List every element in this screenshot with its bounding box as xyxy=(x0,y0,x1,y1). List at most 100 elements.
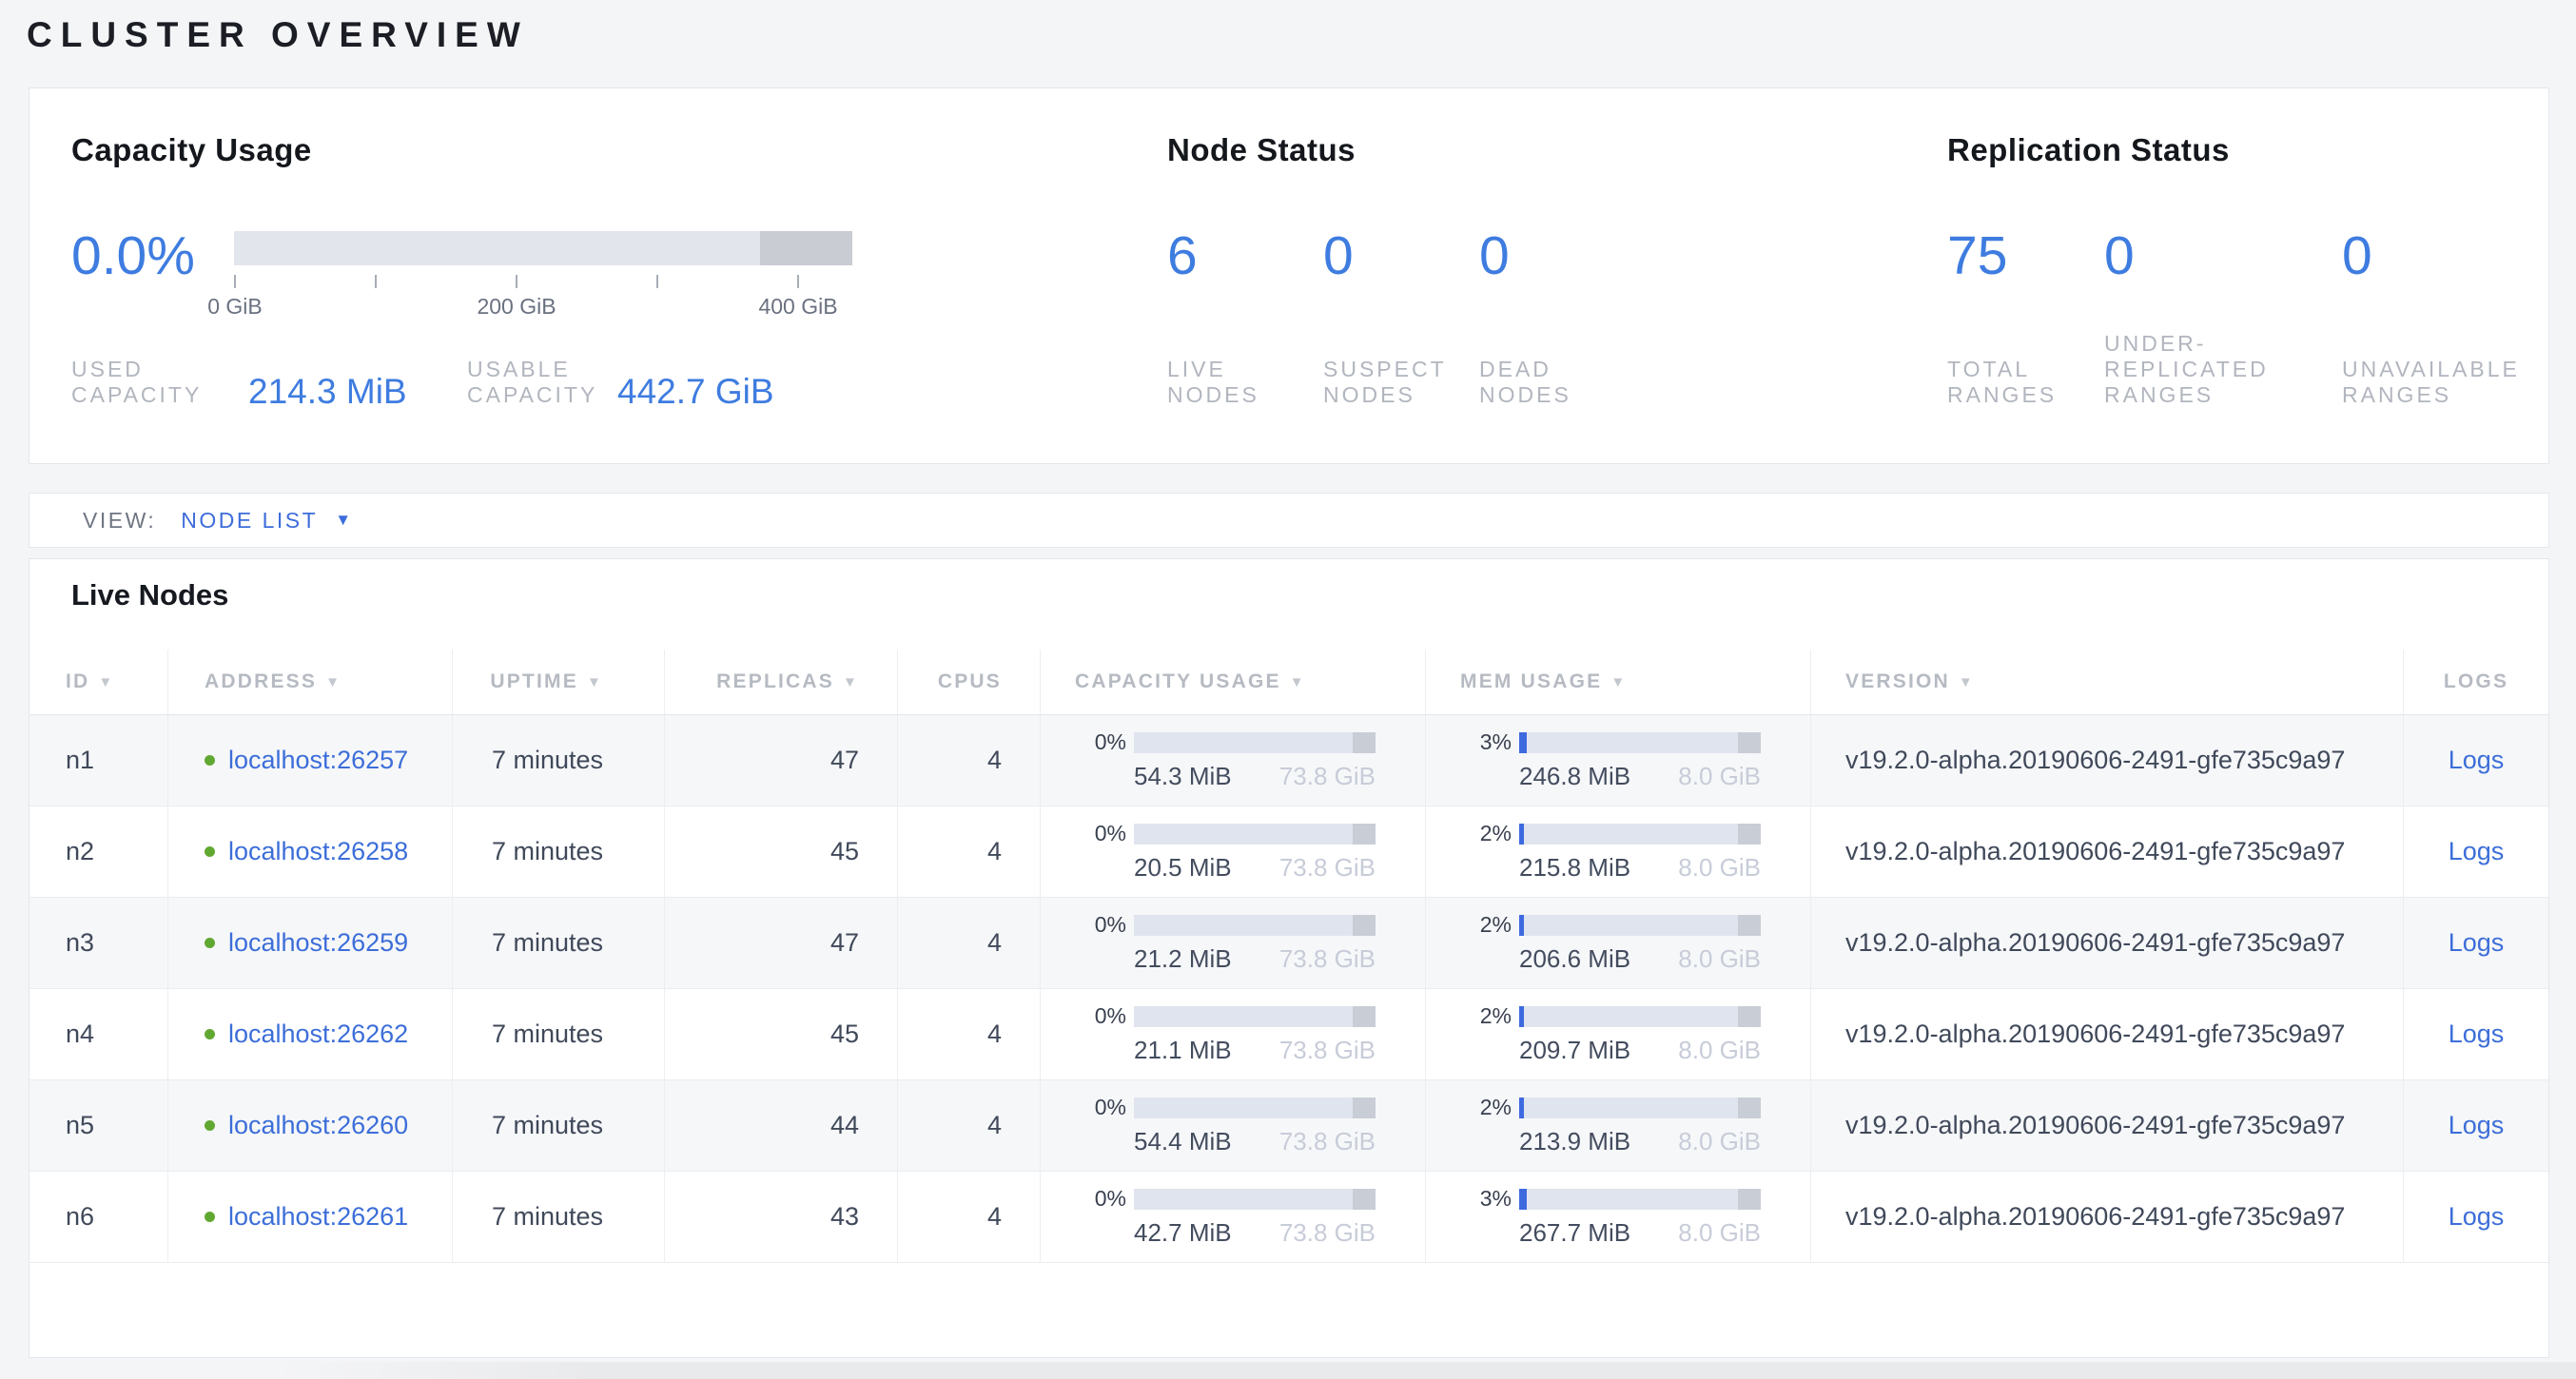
node-address-cell: localhost:26258 xyxy=(168,806,453,897)
sort-arrow-icon: ▼ xyxy=(325,674,342,690)
sort-arrow-icon: ▼ xyxy=(587,674,603,690)
node-cpus: 4 xyxy=(898,1080,1041,1171)
node-address-link[interactable]: localhost:26258 xyxy=(228,837,408,866)
column-header-address[interactable]: ADDRESS▼ xyxy=(168,650,453,714)
sort-arrow-icon: ▼ xyxy=(1959,674,1975,690)
node-id: n1 xyxy=(29,715,168,806)
page-bottom-shade xyxy=(276,1362,2576,1379)
table-row: n4 localhost:26262 7 minutes 45 4 0% 21.… xyxy=(29,989,2548,1080)
mem-usage-cell: 2% 206.6 MiB8.0 GiB xyxy=(1426,898,1811,988)
capacity-usage-cell: 0% 54.4 MiB73.8 GiB xyxy=(1041,1080,1426,1171)
column-header-capacity-usage[interactable]: CAPACITY USAGE▼ xyxy=(1041,650,1426,714)
under-replicated-count: 0 xyxy=(2104,229,2135,282)
column-header-mem-usage[interactable]: MEM USAGE▼ xyxy=(1426,650,1811,714)
node-address-link[interactable]: localhost:26257 xyxy=(228,746,408,775)
mem-meter xyxy=(1519,1006,1761,1027)
logs-link[interactable]: Logs xyxy=(2449,928,2505,958)
live-nodes-panel: Live Nodes ID▼ ADDRESS▼ UPTIME▼ REPLICAS… xyxy=(29,558,2549,1358)
node-replicas: 47 xyxy=(665,715,898,806)
mem-percent-label: 2% xyxy=(1451,1095,1512,1120)
logs-cell: Logs xyxy=(2404,1172,2548,1262)
mem-percent-label: 2% xyxy=(1451,1003,1512,1029)
node-cpus: 4 xyxy=(898,1172,1041,1262)
logs-link[interactable]: Logs xyxy=(2449,1111,2505,1140)
live-nodes-table: ID▼ ADDRESS▼ UPTIME▼ REPLICAS▼ CPUS CAPA… xyxy=(29,650,2548,1263)
node-version: v19.2.0-alpha.20190606-2491-gfe735c9a97 xyxy=(1811,1080,2404,1171)
usable-capacity-value: 442.7 GiB xyxy=(617,372,774,412)
node-uptime: 7 minutes xyxy=(453,806,665,897)
node-id: n6 xyxy=(29,1172,168,1262)
node-status-title: Node Status xyxy=(1167,132,1356,168)
logs-link[interactable]: Logs xyxy=(2449,746,2505,775)
mem-used-value: 209.7 MiB xyxy=(1519,1036,1630,1065)
dead-nodes-count: 0 xyxy=(1479,229,1510,282)
mem-total-value: 8.0 GiB xyxy=(1678,1036,1761,1065)
capacity-percent-label: 0% xyxy=(1065,1186,1126,1212)
node-address-link[interactable]: localhost:26262 xyxy=(228,1020,408,1049)
capacity-meter xyxy=(1134,915,1376,936)
live-nodes-label: LIVE NODES xyxy=(1167,357,1286,408)
live-nodes-count: 6 xyxy=(1167,229,1198,282)
view-dropdown[interactable]: NODE LIST ▼ xyxy=(181,508,351,534)
mem-used-value: 267.7 MiB xyxy=(1519,1218,1630,1248)
capacity-percent-label: 0% xyxy=(1065,912,1126,938)
replication-status-title: Replication Status xyxy=(1947,132,2230,168)
mem-percent-label: 2% xyxy=(1451,821,1512,846)
mem-total-value: 8.0 GiB xyxy=(1678,853,1761,883)
column-header-id[interactable]: ID▼ xyxy=(29,650,168,714)
node-id: n2 xyxy=(29,806,168,897)
capacity-total-value: 73.8 GiB xyxy=(1279,853,1376,883)
sort-arrow-icon: ▼ xyxy=(98,674,114,690)
node-uptime: 7 minutes xyxy=(453,989,665,1079)
table-header-row: ID▼ ADDRESS▼ UPTIME▼ REPLICAS▼ CPUS CAPA… xyxy=(29,650,2548,715)
node-version: v19.2.0-alpha.20190606-2491-gfe735c9a97 xyxy=(1811,1172,2404,1262)
capacity-usage-cell: 0% 20.5 MiB73.8 GiB xyxy=(1041,806,1426,897)
column-header-cpus[interactable]: CPUS xyxy=(898,650,1041,714)
node-cpus: 4 xyxy=(898,715,1041,806)
dead-nodes-label: DEAD NODES xyxy=(1479,357,1598,408)
column-header-replicas[interactable]: REPLICAS▼ xyxy=(665,650,898,714)
node-version: v19.2.0-alpha.20190606-2491-gfe735c9a97 xyxy=(1811,989,2404,1079)
column-header-version[interactable]: VERSION▼ xyxy=(1811,650,2404,714)
axis-tick-label: 0 GiB xyxy=(207,294,263,320)
axis-tick-label: 400 GiB xyxy=(758,294,837,320)
capacity-total-value: 73.8 GiB xyxy=(1279,1127,1376,1156)
mem-total-value: 8.0 GiB xyxy=(1678,762,1761,791)
capacity-percent-label: 0% xyxy=(1065,1003,1126,1029)
total-ranges-label: TOTAL RANGES xyxy=(1947,357,2076,408)
logs-link[interactable]: Logs xyxy=(2449,1202,2505,1232)
axis-tick xyxy=(234,275,236,288)
logs-cell: Logs xyxy=(2404,806,2548,897)
node-uptime: 7 minutes xyxy=(453,1080,665,1171)
sort-arrow-icon: ▼ xyxy=(1290,674,1306,690)
mem-used-value: 246.8 MiB xyxy=(1519,762,1630,791)
mem-total-value: 8.0 GiB xyxy=(1678,944,1761,974)
sort-arrow-icon: ▼ xyxy=(843,674,859,690)
node-address-cell: localhost:26257 xyxy=(168,715,453,806)
capacity-usage-cell: 0% 42.7 MiB73.8 GiB xyxy=(1041,1172,1426,1262)
mem-meter xyxy=(1519,1097,1761,1118)
capacity-percent: 0.0% xyxy=(71,229,195,282)
column-header-logs: LOGS xyxy=(2404,650,2548,714)
mem-used-value: 213.9 MiB xyxy=(1519,1127,1630,1156)
node-address-cell: localhost:26260 xyxy=(168,1080,453,1171)
node-address-link[interactable]: localhost:26260 xyxy=(228,1111,408,1140)
capacity-usage-cell: 0% 54.3 MiB73.8 GiB xyxy=(1041,715,1426,806)
logs-link[interactable]: Logs xyxy=(2449,837,2505,866)
sort-arrow-icon: ▼ xyxy=(1610,674,1627,690)
capacity-used-value: 21.2 MiB xyxy=(1134,944,1232,974)
node-version: v19.2.0-alpha.20190606-2491-gfe735c9a97 xyxy=(1811,806,2404,897)
node-cpus: 4 xyxy=(898,898,1041,988)
node-version: v19.2.0-alpha.20190606-2491-gfe735c9a97 xyxy=(1811,898,2404,988)
capacity-used-value: 54.3 MiB xyxy=(1134,762,1232,791)
logs-link[interactable]: Logs xyxy=(2449,1020,2505,1049)
node-address-link[interactable]: localhost:26261 xyxy=(228,1202,408,1232)
table-row: n6 localhost:26261 7 minutes 43 4 0% 42.… xyxy=(29,1172,2548,1263)
mem-meter xyxy=(1519,732,1761,753)
capacity-total-value: 73.8 GiB xyxy=(1279,1036,1376,1065)
column-header-uptime[interactable]: UPTIME▼ xyxy=(453,650,665,714)
mem-meter xyxy=(1519,1189,1761,1210)
node-address-cell: localhost:26262 xyxy=(168,989,453,1079)
node-address-link[interactable]: localhost:26259 xyxy=(228,928,408,958)
capacity-total-value: 73.8 GiB xyxy=(1279,762,1376,791)
